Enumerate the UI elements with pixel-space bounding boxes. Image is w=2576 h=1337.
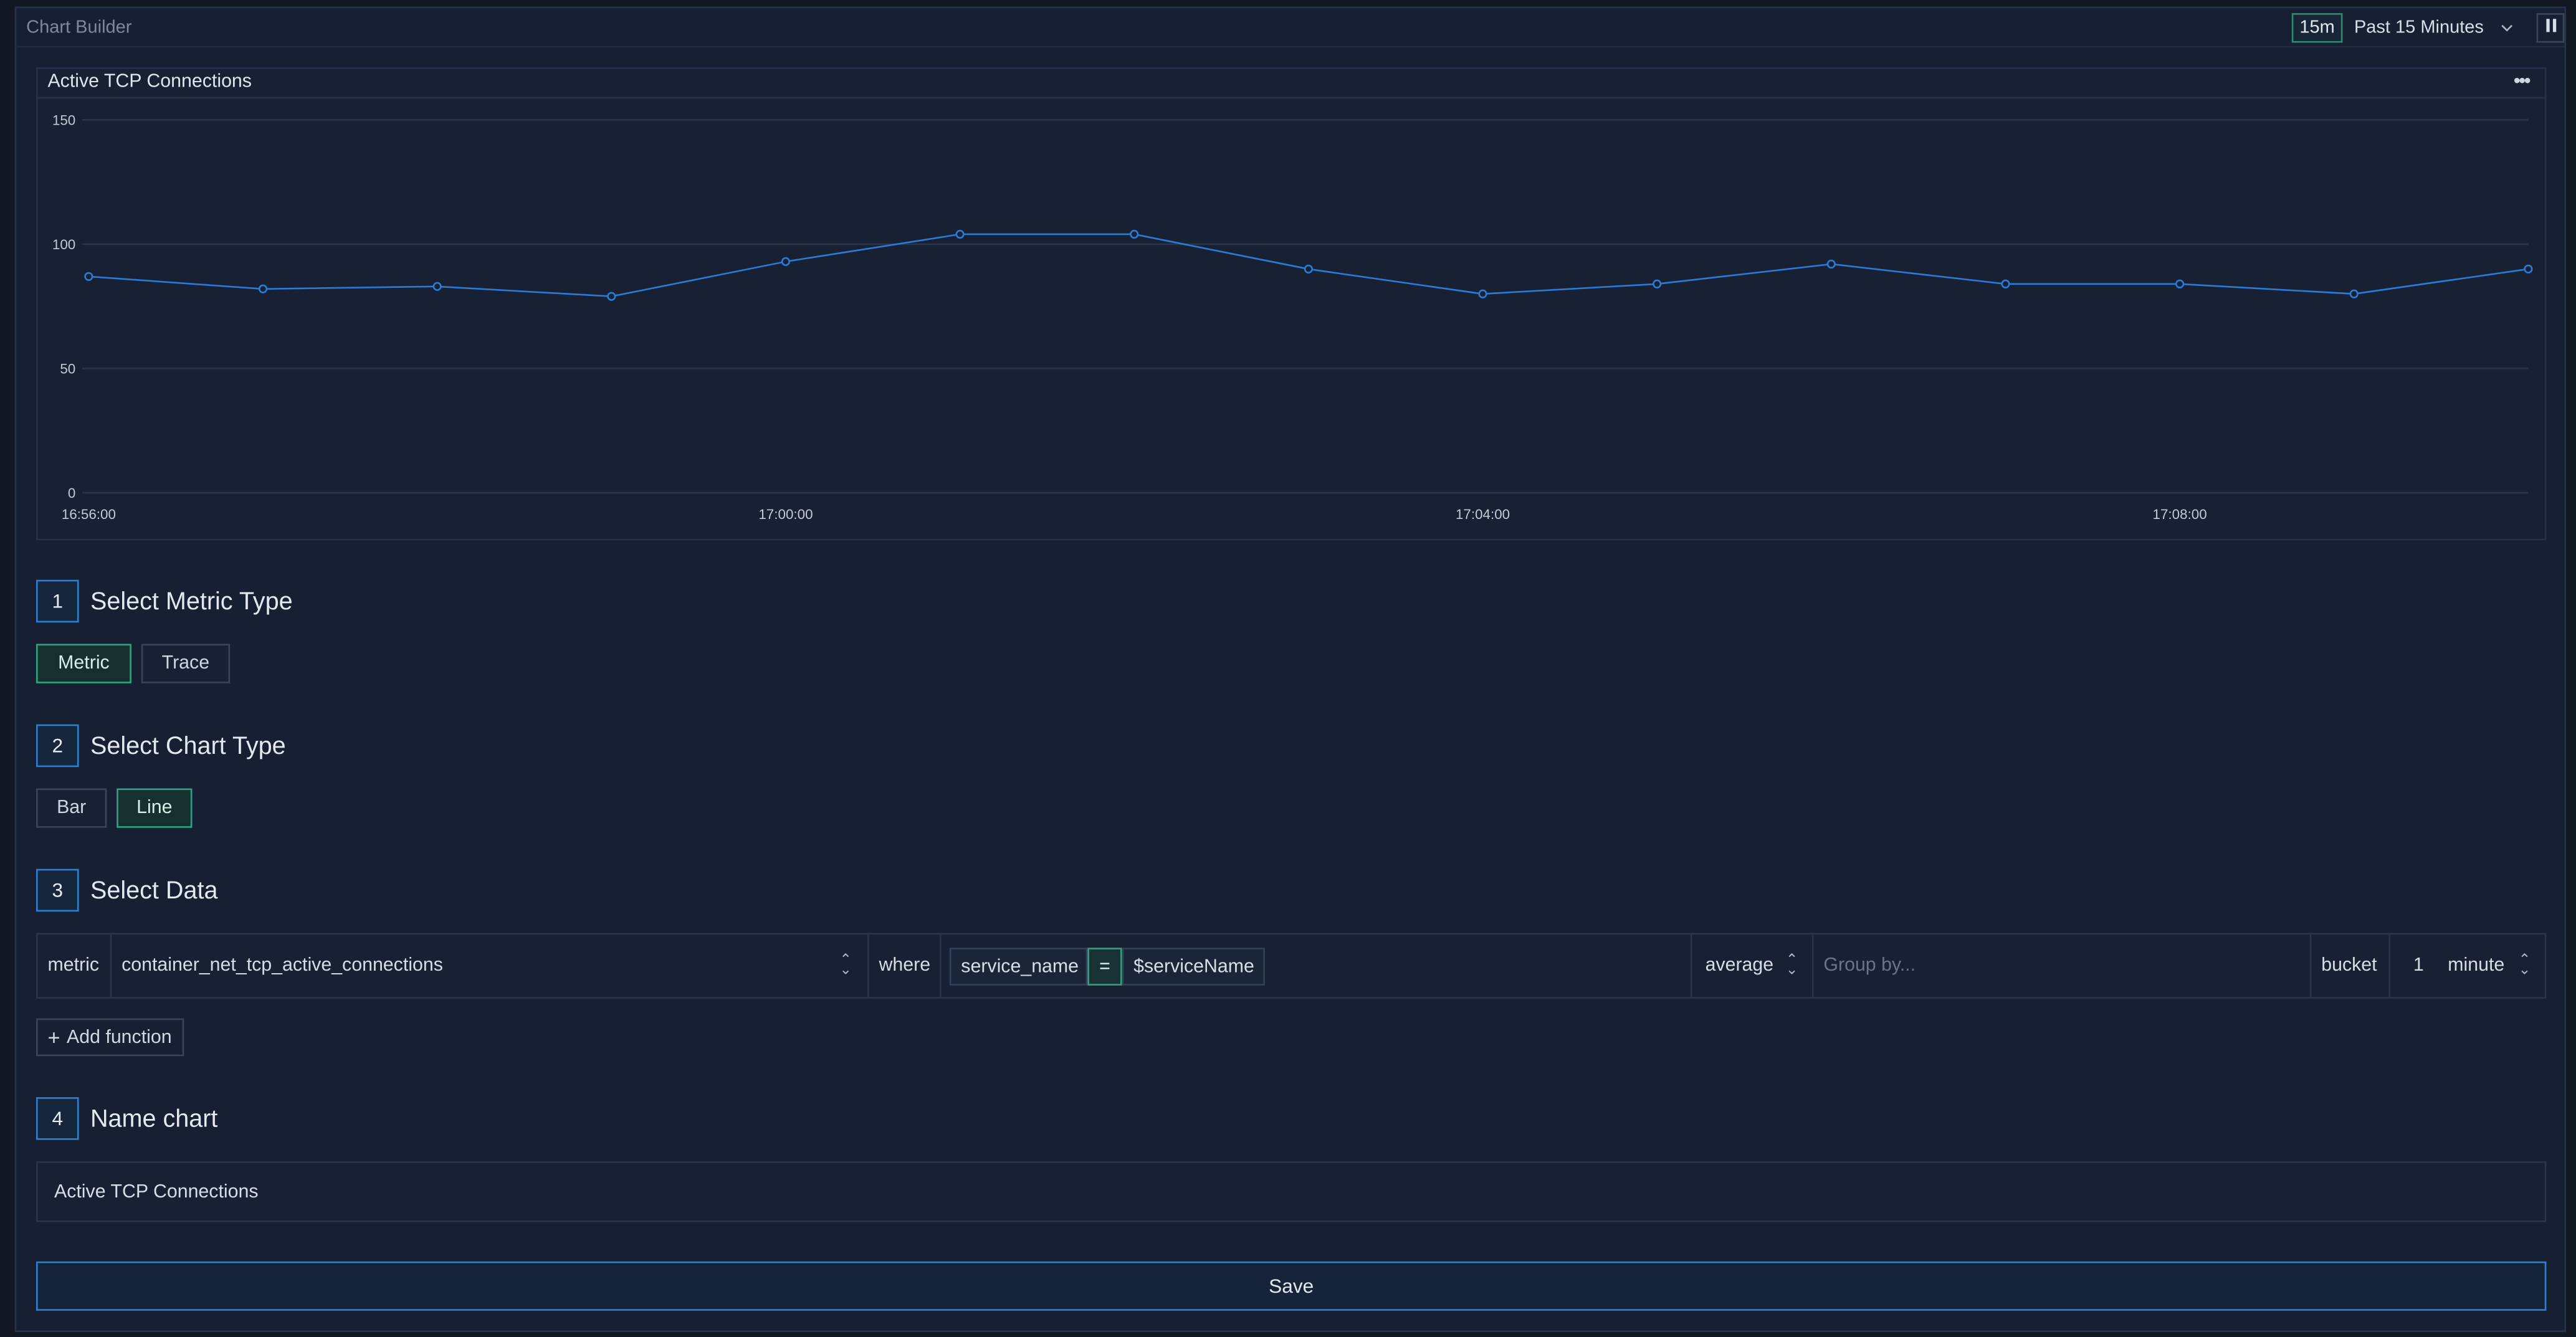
x-tick-label: 16:56:00	[62, 507, 116, 522]
step-4-number: 4	[36, 1097, 79, 1140]
divider	[1690, 935, 1692, 997]
data-point[interactable]	[781, 257, 791, 266]
metric-select[interactable]: container_net_tcp_active_connections	[122, 956, 443, 976]
step-3-label: Select Data	[90, 877, 218, 905]
divider	[2388, 935, 2390, 997]
plus-icon: +	[47, 1025, 60, 1050]
data-point[interactable]	[2001, 279, 2010, 288]
metric-label: metric	[47, 956, 100, 976]
x-tick-label: 17:00:00	[758, 507, 813, 522]
data-point[interactable]	[1478, 289, 1487, 298]
data-point[interactable]	[2524, 264, 2533, 274]
divider	[867, 935, 869, 997]
metric-type-trace-button[interactable]: Trace	[141, 644, 231, 683]
divider	[1811, 935, 1814, 997]
bucket-label: bucket	[2321, 956, 2377, 976]
y-tick-label: 0	[68, 485, 75, 501]
chart-type-line-button[interactable]: Line	[117, 788, 193, 828]
data-point[interactable]	[955, 229, 965, 239]
aggregation-select[interactable]: average	[1705, 956, 1774, 976]
chart-name-input[interactable]: Active TCP Connections	[36, 1161, 2547, 1222]
x-tick-label: 17:04:00	[1456, 507, 1510, 522]
data-point[interactable]	[432, 282, 442, 291]
add-function-label: Add function	[67, 1027, 172, 1047]
y-tick-label: 100	[52, 237, 75, 252]
divider	[2309, 935, 2312, 997]
data-point[interactable]	[607, 292, 616, 301]
step-2-label: Select Chart Type	[90, 732, 286, 761]
chart-type-bar-button[interactable]: Bar	[36, 788, 107, 828]
x-tick-label: 17:08:00	[2153, 507, 2207, 522]
metric-type-metric-button[interactable]: Metric	[36, 644, 131, 683]
data-point[interactable]	[1130, 229, 1139, 239]
group-by-input[interactable]: Group by...	[1823, 956, 1915, 976]
data-point[interactable]	[2175, 279, 2185, 288]
add-function-button[interactable]: + Add function	[36, 1018, 184, 1057]
line-chart: 0 50 100 150 16:56:00 17:00:00 17:04:00 17:08:0…	[52, 112, 2533, 522]
step-3-number: 3	[36, 868, 79, 912]
data-point[interactable]	[1826, 259, 1836, 269]
bucket-size-input[interactable]: 1	[2413, 956, 2424, 976]
data-point[interactable]	[258, 284, 268, 293]
step-4-label: Name chart	[90, 1105, 218, 1134]
data-point[interactable]	[2349, 289, 2359, 298]
filter-value-chip[interactable]: $serviceName	[1122, 948, 1266, 986]
up-down-chevron-icon[interactable]: ⌃ ⌄	[1786, 952, 1798, 977]
bucket-unit-select[interactable]: minute	[2448, 956, 2504, 976]
data-point[interactable]	[1653, 279, 1662, 288]
filter-operator-chip[interactable]: =	[1087, 948, 1122, 986]
filter-key-chip[interactable]: service_name	[949, 948, 1088, 986]
up-down-chevron-icon[interactable]: ⌃ ⌄	[839, 952, 852, 977]
up-down-chevron-icon[interactable]: ⌃ ⌄	[2519, 952, 2531, 977]
chart-builder-page: Chart Builder 15m Past 15 Minutes Active…	[0, 0, 2576, 1337]
save-button[interactable]: Save	[36, 1261, 2547, 1311]
data-point[interactable]	[1304, 264, 1314, 274]
divider	[110, 935, 112, 997]
data-point[interactable]	[84, 272, 93, 281]
y-tick-label: 150	[52, 112, 75, 128]
where-label: where	[879, 956, 931, 976]
step-1-number: 1	[36, 579, 79, 623]
divider	[940, 935, 942, 997]
step-1-label: Select Metric Type	[90, 588, 293, 616]
y-tick-label: 50	[60, 361, 75, 376]
step-2-number: 2	[36, 724, 79, 768]
